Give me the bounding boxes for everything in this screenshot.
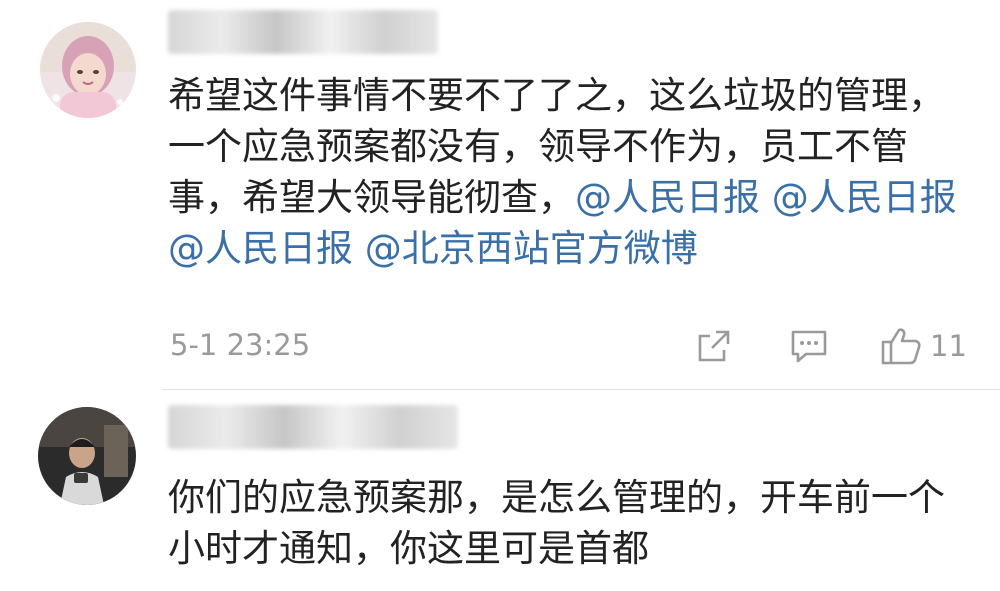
comment-meta: 5-1 23:25 11 <box>168 322 967 370</box>
mention-link[interactable]: @人民日报 <box>168 227 353 270</box>
divider <box>162 389 1000 390</box>
timestamp: 5-1 23:25 <box>170 328 311 362</box>
like-button[interactable]: 11 <box>880 326 967 366</box>
comment-item: 你们的应急预案那，是怎么管理的，开车前一个小时才通知，你这里可是首都 <box>0 391 1000 591</box>
username-blurred[interactable] <box>168 405 458 449</box>
share-button[interactable] <box>696 326 732 366</box>
mention-link[interactable]: @北京西站官方微博 <box>365 227 698 270</box>
like-count: 11 <box>930 329 967 363</box>
mention-link[interactable]: @人民日报 <box>575 176 760 219</box>
avatar[interactable] <box>38 407 136 505</box>
username-blurred[interactable] <box>168 10 438 54</box>
comment-icon <box>791 330 827 363</box>
comment-button[interactable] <box>790 326 828 366</box>
avatar[interactable] <box>40 22 136 118</box>
mention-link[interactable]: @人民日报 <box>772 176 957 219</box>
avatar-image <box>40 22 136 118</box>
thumbs-up-icon <box>881 328 921 365</box>
comment-text: 你们的应急预案那，是怎么管理的，开车前一个小时才通知，你这里可是首都 <box>168 476 945 570</box>
comment-text: 希望这件事情不要不了了之，这么垃圾的管理，一个应急预案都没有，领导不作为，员工不… <box>168 70 958 274</box>
comment-item: 希望这件事情不要不了了之，这么垃圾的管理，一个应急预案都没有，领导不作为，员工不… <box>0 0 1000 390</box>
avatar-image <box>38 407 136 505</box>
share-icon <box>698 330 730 362</box>
